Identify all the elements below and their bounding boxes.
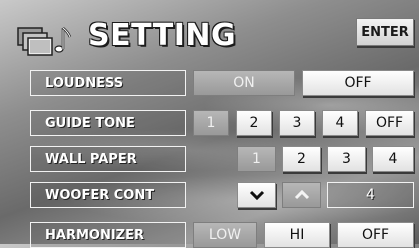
wall-paper-4-button[interactable]: 4 [372,146,414,172]
loudness-off-button[interactable]: OFF [302,70,414,96]
woofer-down-button[interactable] [237,182,276,208]
woofer-value: 4 [327,182,414,208]
wall-paper-label: WALL PAPER [30,146,186,172]
woofer-cont-label: WOOFER CONT [30,182,186,208]
page-title: SETTING [88,18,237,53]
chevron-up-icon [294,190,309,200]
wall-paper-1-button[interactable]: 1 [237,146,276,172]
wall-paper-2-button[interactable]: 2 [282,146,321,172]
loudness-on-button[interactable]: ON [193,70,295,96]
harmonizer-low-button[interactable]: LOW [193,222,257,248]
woofer-up-button[interactable] [282,182,321,208]
harmonizer-off-button[interactable]: OFF [337,222,414,248]
guide-tone-3-button[interactable]: 3 [279,110,315,136]
harmonizer-hi-button[interactable]: HI [264,222,330,248]
guide-tone-4-button[interactable]: 4 [322,110,358,136]
chevron-down-icon [249,190,264,200]
enter-button[interactable]: ENTER [356,18,414,46]
guide-tone-2-button[interactable]: 2 [236,110,272,136]
loudness-label: LOUDNESS [30,70,186,96]
harmonizer-label: HARMONIZER [30,222,186,248]
guide-tone-1-button[interactable]: 1 [193,110,229,136]
wall-paper-3-button[interactable]: 3 [327,146,366,172]
guide-tone-off-button[interactable]: OFF [365,110,414,136]
setting-logo-icon [16,22,72,58]
guide-tone-label: GUIDE TONE [30,110,186,136]
